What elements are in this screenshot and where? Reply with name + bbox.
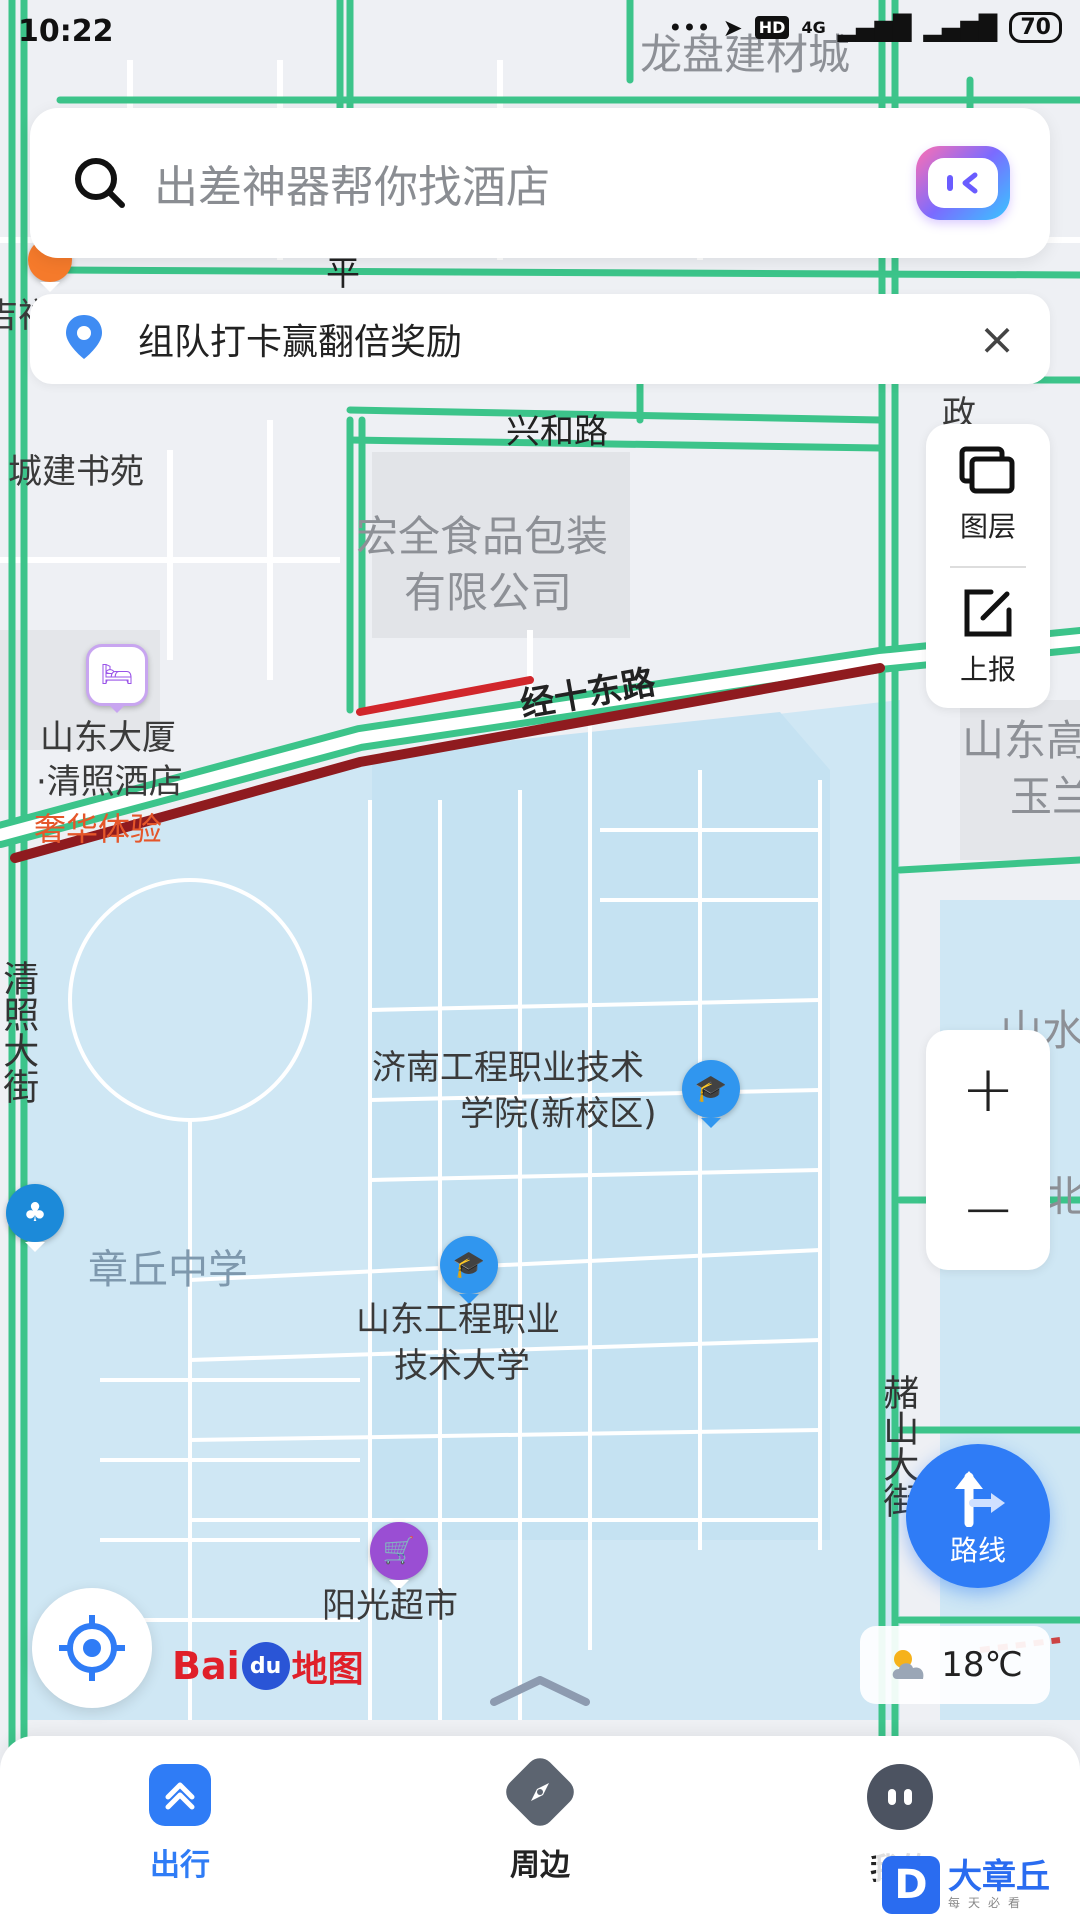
route-label: 路线 bbox=[949, 1534, 1006, 1567]
battery-icon: 70 bbox=[1009, 12, 1062, 43]
signal-icon-2: ▂▄▆█ bbox=[923, 13, 998, 42]
pull-up-handle[interactable] bbox=[490, 1676, 590, 1706]
zoom-controls: + − bbox=[926, 1030, 1050, 1270]
search-bar[interactable]: 出差神器帮你找酒店 bbox=[30, 108, 1050, 258]
close-icon[interactable]: × bbox=[972, 314, 1022, 365]
map-label-ping: 平 bbox=[326, 254, 360, 294]
layers-label: 图层 bbox=[959, 510, 1016, 543]
supermarket-poi-icon[interactable]: 🛒 bbox=[370, 1522, 428, 1580]
promo-text[interactable]: 组队打卡赢翻倍奖励 bbox=[138, 313, 972, 365]
map-label-yulan: 玉兰 bbox=[1010, 772, 1080, 821]
assistant-icon bbox=[928, 158, 998, 208]
nav-label-travel: 出行 bbox=[150, 1848, 210, 1883]
status-bar: 10:22 ••• ➤ HD 4G ▂▄▆█ ▂▄▆█ 70 bbox=[0, 0, 1080, 70]
promo-banner[interactable]: 组队打卡赢翻倍奖励 × bbox=[30, 294, 1050, 384]
map-label-xinghe-road: 兴和路 bbox=[506, 412, 608, 452]
route-button[interactable]: 路线 bbox=[906, 1444, 1050, 1588]
weather-chip[interactable]: 18℃ bbox=[860, 1626, 1050, 1704]
logo-bai: Bai bbox=[172, 1644, 240, 1688]
watermark-logo: D bbox=[882, 1856, 940, 1914]
compass-icon bbox=[500, 1752, 580, 1832]
report-label: 上报 bbox=[959, 653, 1016, 686]
layers-button[interactable]: 图层 bbox=[926, 424, 1050, 566]
edit-icon bbox=[964, 589, 1012, 637]
crosshair-icon bbox=[59, 1615, 125, 1681]
school-poi-icon[interactable]: 🎓 bbox=[682, 1060, 740, 1118]
zoom-out-button[interactable]: − bbox=[926, 1150, 1050, 1270]
map-label-zhangqiu-school[interactable]: 章丘中学 bbox=[88, 1246, 248, 1294]
map-label-hongquan-2: 有限公司 bbox=[404, 568, 573, 617]
location-pin-icon bbox=[58, 311, 110, 367]
map-label-hongquan-1: 宏全食品包装 bbox=[356, 512, 609, 561]
map-label-qingzhao-street: 清照大街 bbox=[0, 960, 39, 1104]
baidu-map-logo: Bai du 地图 bbox=[172, 1640, 364, 1692]
nav-item-nearby[interactable]: 周边 bbox=[460, 1752, 620, 1884]
report-button[interactable]: 上报 bbox=[926, 566, 1050, 708]
watermark: D 大章丘 每天必看 bbox=[876, 1850, 1080, 1920]
cloud-sun-icon bbox=[892, 1650, 924, 1679]
map-label-jinan-college-1[interactable]: 济南工程职业技术 bbox=[372, 1048, 644, 1089]
network-label: 4G bbox=[801, 18, 826, 37]
logo-du: du bbox=[241, 1642, 290, 1690]
zoom-in-button[interactable]: + bbox=[926, 1030, 1050, 1150]
layers-icon bbox=[959, 446, 1015, 494]
map-label-hotel-2[interactable]: ·清照酒店 bbox=[36, 762, 183, 803]
watermark-text: 大章丘 每天必看 bbox=[948, 1860, 1050, 1911]
route-arrow-icon bbox=[955, 1471, 1005, 1527]
map-label-chengjian: 城建书苑 bbox=[8, 452, 144, 492]
watermark-title: 大章丘 bbox=[948, 1856, 1050, 1897]
status-time: 10:22 bbox=[18, 14, 114, 49]
status-icons: ••• ➤ HD 4G ▂▄▆█ ▂▄▆█ 70 bbox=[668, 12, 1062, 43]
university-poi-icon[interactable]: 🎓 bbox=[440, 1236, 498, 1294]
hotel-poi-icon[interactable]: 🛏 bbox=[86, 644, 148, 706]
map-label-jinan-college-2[interactable]: 学院(新校区) bbox=[460, 1094, 657, 1135]
location-arrow-icon: ➤ bbox=[722, 13, 743, 42]
search-icon bbox=[70, 153, 130, 213]
logo-map: 地图 bbox=[291, 1649, 364, 1690]
map-label-sdeu-1[interactable]: 山东工程职业 bbox=[356, 1300, 560, 1341]
nav-item-travel[interactable]: 出行 bbox=[100, 1764, 260, 1884]
map-label-hotel-tag: 奢华体验 bbox=[34, 810, 163, 848]
travel-icon bbox=[149, 1764, 211, 1826]
map-label-hotel-1[interactable]: 山东大厦 bbox=[40, 718, 176, 759]
watermark-subtitle: 每天必看 bbox=[948, 1895, 1029, 1910]
map-label-shandong-gao: 山东高 bbox=[962, 716, 1080, 765]
map-tools-panel: 图层 上报 bbox=[926, 424, 1050, 708]
hd-badge: HD bbox=[754, 16, 790, 39]
map-label-sunshine-market[interactable]: 阳光超市 bbox=[322, 1586, 458, 1627]
map-label-sdeu-2[interactable]: 技术大学 bbox=[394, 1346, 530, 1387]
park-poi-icon[interactable]: ♣ bbox=[6, 1184, 64, 1242]
voice-assistant-button[interactable] bbox=[916, 146, 1010, 220]
dots-icon: ••• bbox=[668, 13, 711, 42]
profile-icon bbox=[867, 1764, 933, 1830]
locate-me-button[interactable] bbox=[32, 1588, 152, 1708]
signal-icon: ▂▄▆█ bbox=[837, 13, 912, 42]
search-input[interactable]: 出差神器帮你找酒店 bbox=[154, 151, 916, 215]
nav-label-nearby: 周边 bbox=[510, 1848, 570, 1883]
weather-temperature: 18℃ bbox=[941, 1645, 1023, 1685]
